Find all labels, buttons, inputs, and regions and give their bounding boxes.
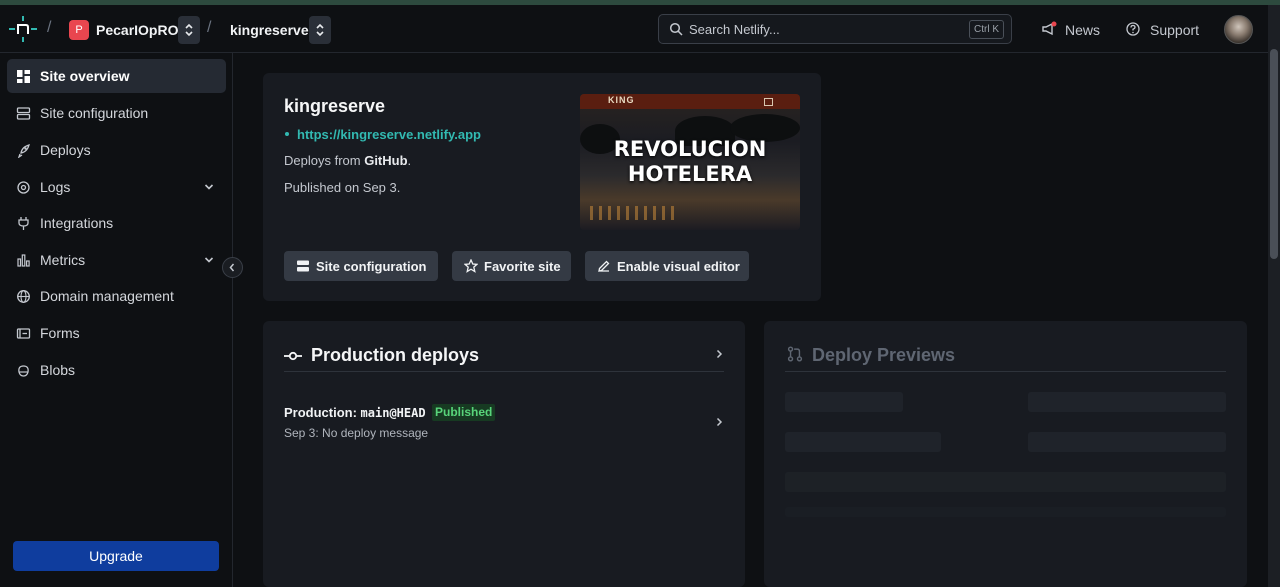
- sidebar-item-integrations[interactable]: Integrations: [7, 206, 226, 240]
- sidebar-item-label: Forms: [40, 325, 80, 341]
- sidebar-item-metrics[interactable]: Metrics: [7, 243, 226, 277]
- netlify-logo-icon[interactable]: [9, 16, 37, 42]
- scrollbar-thumb[interactable]: [1270, 49, 1278, 259]
- deploy-source[interactable]: GitHub: [364, 153, 407, 168]
- team-avatar[interactable]: P: [69, 20, 89, 40]
- rocket-icon: [17, 143, 30, 158]
- sidebar-item-site-configuration[interactable]: Site configuration: [7, 96, 226, 130]
- search-shortcut: Ctrl K: [969, 20, 1004, 39]
- sidebar-item-label: Metrics: [40, 252, 86, 268]
- chevron-updown-icon: [185, 23, 193, 37]
- support-link[interactable]: Support: [1150, 22, 1199, 38]
- divider: [785, 371, 1226, 372]
- sidebar-item-label: Deploys: [40, 142, 91, 158]
- sidebar-item-deploys[interactable]: Deploys: [7, 133, 226, 167]
- breadcrumb-separator: /: [207, 19, 212, 36]
- plug-icon: [18, 216, 29, 230]
- site-overview-card: kingreserve https://kingreserve.netlify.…: [263, 73, 821, 301]
- enable-visual-editor-button-label: Enable visual editor: [617, 258, 740, 274]
- favorite-site-button-label: Favorite site: [484, 258, 561, 274]
- production-deploys-title[interactable]: Production deploys: [311, 345, 479, 366]
- deploy-ref: main@HEAD: [360, 406, 426, 420]
- chevron-down-icon: [204, 184, 214, 190]
- breadcrumb-separator: /: [47, 19, 52, 36]
- site-switcher-button[interactable]: [309, 16, 331, 44]
- git-pull-request-icon: [787, 346, 803, 362]
- deploy-subtitle: Sep 3: No deploy message: [284, 426, 429, 440]
- skeleton-placeholder: [1028, 392, 1226, 412]
- sidebar-item-forms[interactable]: Forms: [7, 316, 226, 350]
- page-scrollbar[interactable]: [1268, 5, 1280, 587]
- favorite-site-button[interactable]: Favorite site: [452, 251, 571, 281]
- sidebar-item-domain-management[interactable]: Domain management: [7, 279, 226, 313]
- search-placeholder: Search Netlify...: [689, 22, 780, 37]
- site-configuration-button[interactable]: Site configuration: [284, 251, 438, 281]
- site-name[interactable]: kingreserve: [230, 22, 309, 38]
- site-preview-thumbnail[interactable]: KING REVOLUCION HOTELERA: [580, 94, 800, 230]
- site-title: kingreserve: [284, 96, 386, 116]
- star-icon: [464, 259, 478, 273]
- server-icon: [297, 260, 309, 272]
- deploy-previews-card: Deploy Previews: [764, 321, 1247, 587]
- user-avatar[interactable]: [1224, 15, 1253, 44]
- site-url-link[interactable]: https://kingreserve.netlify.app: [297, 127, 481, 142]
- collapse-sidebar-button[interactable]: [222, 257, 243, 278]
- logs-icon: [17, 180, 30, 194]
- enable-visual-editor-button[interactable]: Enable visual editor: [585, 251, 749, 281]
- sidebar-item-label: Site configuration: [40, 105, 149, 121]
- chevron-down-icon: [204, 257, 214, 263]
- sidebar-item-logs[interactable]: Logs: [7, 170, 226, 204]
- chevron-right-icon: [716, 417, 723, 427]
- url-status-dot: [285, 132, 289, 136]
- site-configuration-button-label: Site configuration: [316, 258, 427, 274]
- sidebar-item-blobs[interactable]: Blobs: [7, 353, 226, 387]
- deploys-from-text: Deploys from GitHub.: [284, 153, 412, 168]
- top-header: / P PecarIOpRO / kingreserve Search Netl…: [0, 5, 1268, 53]
- status-badge: Published: [432, 404, 496, 421]
- search-input[interactable]: Search Netlify... Ctrl K: [658, 14, 1012, 44]
- globe-icon: [17, 289, 30, 303]
- sidebar-item-site-overview[interactable]: Site overview: [7, 59, 226, 93]
- upgrade-button[interactable]: Upgrade: [13, 541, 219, 571]
- preview-logo: KING: [608, 95, 635, 105]
- skeleton-placeholder: [1028, 432, 1226, 452]
- chevron-updown-icon: [316, 23, 324, 37]
- sidebar-item-label: Site overview: [40, 68, 130, 84]
- skeleton-placeholder: [785, 432, 941, 452]
- production-deploys-card: Production deploys Production: main@HEAD…: [263, 321, 745, 587]
- server-icon: [16, 106, 31, 120]
- pencil-icon: [598, 260, 610, 272]
- team-name[interactable]: PecarIOpRO: [96, 22, 178, 38]
- skeleton-placeholder: [785, 472, 1226, 492]
- skeleton-placeholder: [785, 507, 1226, 517]
- sidebar-item-label: Domain management: [40, 288, 174, 304]
- published-date-text: Published on Sep 3.: [284, 180, 401, 195]
- sidebar: Site overview Site configuration Deploys…: [0, 53, 233, 587]
- blobs-icon: [18, 364, 29, 377]
- team-switcher-button[interactable]: [178, 16, 200, 44]
- help-icon: [1126, 22, 1140, 36]
- sidebar-item-label: Logs: [40, 179, 71, 195]
- git-commit-icon: [284, 351, 302, 361]
- chevron-left-icon: [229, 263, 235, 272]
- form-icon: [16, 327, 31, 339]
- preview-heading: REVOLUCION HOTELERA: [613, 137, 767, 186]
- grid-icon: [17, 69, 30, 83]
- news-link[interactable]: News: [1065, 22, 1100, 38]
- search-icon: [669, 22, 683, 36]
- preview-water-reflection: [590, 206, 680, 220]
- divider: [284, 371, 724, 372]
- sidebar-item-label: Blobs: [40, 362, 76, 378]
- menu-icon: [764, 98, 773, 106]
- deploy-title: Production: main@HEAD: [284, 405, 426, 420]
- skeleton-placeholder: [785, 392, 903, 412]
- deploy-previews-title: Deploy Previews: [812, 345, 956, 365]
- bar-chart-icon: [17, 253, 30, 267]
- megaphone-icon: [1042, 21, 1057, 36]
- sidebar-item-label: Integrations: [40, 215, 114, 231]
- preview-navbar: KING: [580, 94, 800, 109]
- chevron-right-icon[interactable]: [715, 349, 723, 359]
